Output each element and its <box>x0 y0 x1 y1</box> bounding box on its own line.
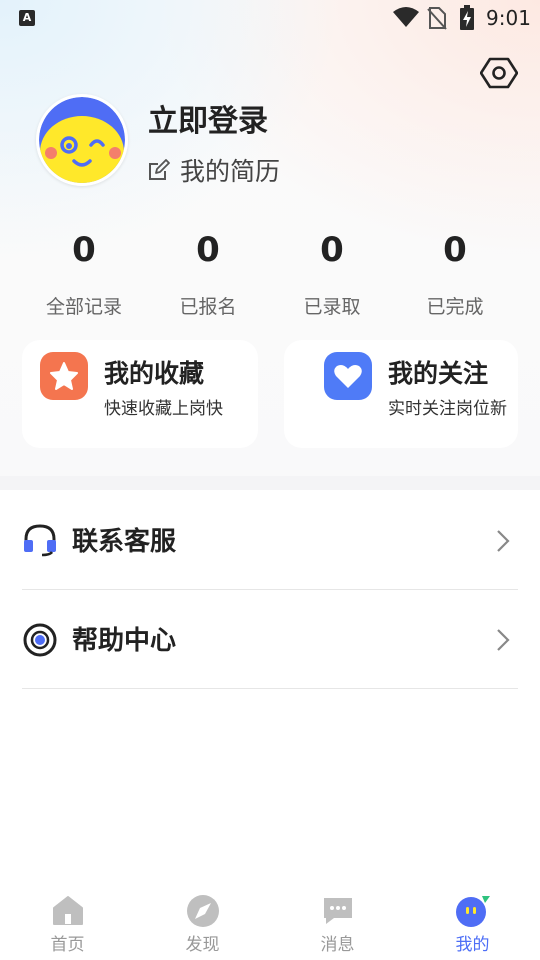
stat-label: 已报名 <box>179 296 237 318</box>
my-favorites-card[interactable]: 我的收藏 快速收藏上岗快 <box>22 340 258 448</box>
nav-label: 我的 <box>455 935 490 955</box>
stat-value: 0 <box>443 230 467 270</box>
stat-signed-up[interactable]: 0 已报名 <box>146 228 270 319</box>
status-bar: A 9:01 <box>0 0 540 36</box>
bottom-nav: 首页 发现 消息 我的 <box>0 880 540 960</box>
wifi-icon <box>393 7 419 27</box>
card-title: 我的收藏 <box>104 359 205 388</box>
section-divider <box>0 476 540 490</box>
menu-item-help-center[interactable]: 帮助中心 <box>22 590 518 689</box>
avatar[interactable] <box>36 94 128 186</box>
stat-value: 0 <box>196 230 220 270</box>
chevron-right-icon <box>497 530 510 552</box>
heart-icon <box>324 352 372 400</box>
card-subtitle: 快速收藏上岗快 <box>104 399 223 419</box>
avatar-face-icon <box>39 97 125 183</box>
nav-label: 消息 <box>320 935 355 955</box>
stat-admitted[interactable]: 0 已录取 <box>270 228 394 319</box>
chevron-right-icon <box>497 629 510 651</box>
message-icon <box>323 898 352 924</box>
stat-value: 0 <box>72 230 96 270</box>
star-icon <box>40 352 88 400</box>
stat-completed[interactable]: 0 已完成 <box>393 228 517 319</box>
my-follows-card[interactable]: 我的关注 实时关注岗位新 <box>284 340 518 448</box>
no-sim-icon <box>427 7 447 30</box>
menu-label: 帮助中心 <box>72 626 177 656</box>
nav-tab-mine[interactable]: 我的 <box>405 880 540 960</box>
my-resume-link[interactable]: 我的简历 <box>148 152 280 188</box>
stat-value: 0 <box>320 230 344 270</box>
stat-all-records[interactable]: 0 全部记录 <box>22 228 146 319</box>
settings-gear-icon[interactable] <box>480 54 518 92</box>
stat-label: 已录取 <box>303 296 361 318</box>
stat-label: 全部记录 <box>45 296 122 318</box>
home-icon <box>52 896 83 925</box>
nav-tab-messages[interactable]: 消息 <box>270 880 405 960</box>
nav-tab-discover[interactable]: 发现 <box>135 880 270 960</box>
profile-face-icon <box>455 896 490 927</box>
login-link[interactable]: 立即登录 <box>148 96 268 140</box>
menu-item-customer-service[interactable]: 联系客服 <box>22 491 518 590</box>
compass-icon <box>186 895 219 927</box>
app-notification-icon: A <box>19 10 35 26</box>
card-subtitle: 实时关注岗位新 <box>388 399 507 419</box>
nav-label: 发现 <box>185 935 220 955</box>
menu-label: 联系客服 <box>72 527 177 557</box>
status-time: 9:01 <box>486 6 531 30</box>
nav-tab-home[interactable]: 首页 <box>0 880 135 960</box>
headset-icon <box>24 524 56 557</box>
edit-icon <box>149 159 170 180</box>
battery-charging-icon <box>460 5 474 30</box>
card-title: 我的关注 <box>388 359 489 388</box>
help-target-icon <box>23 623 57 657</box>
nav-label: 首页 <box>50 935 85 955</box>
my-resume-label: 我的简历 <box>180 157 281 186</box>
stat-label: 已完成 <box>426 296 484 318</box>
